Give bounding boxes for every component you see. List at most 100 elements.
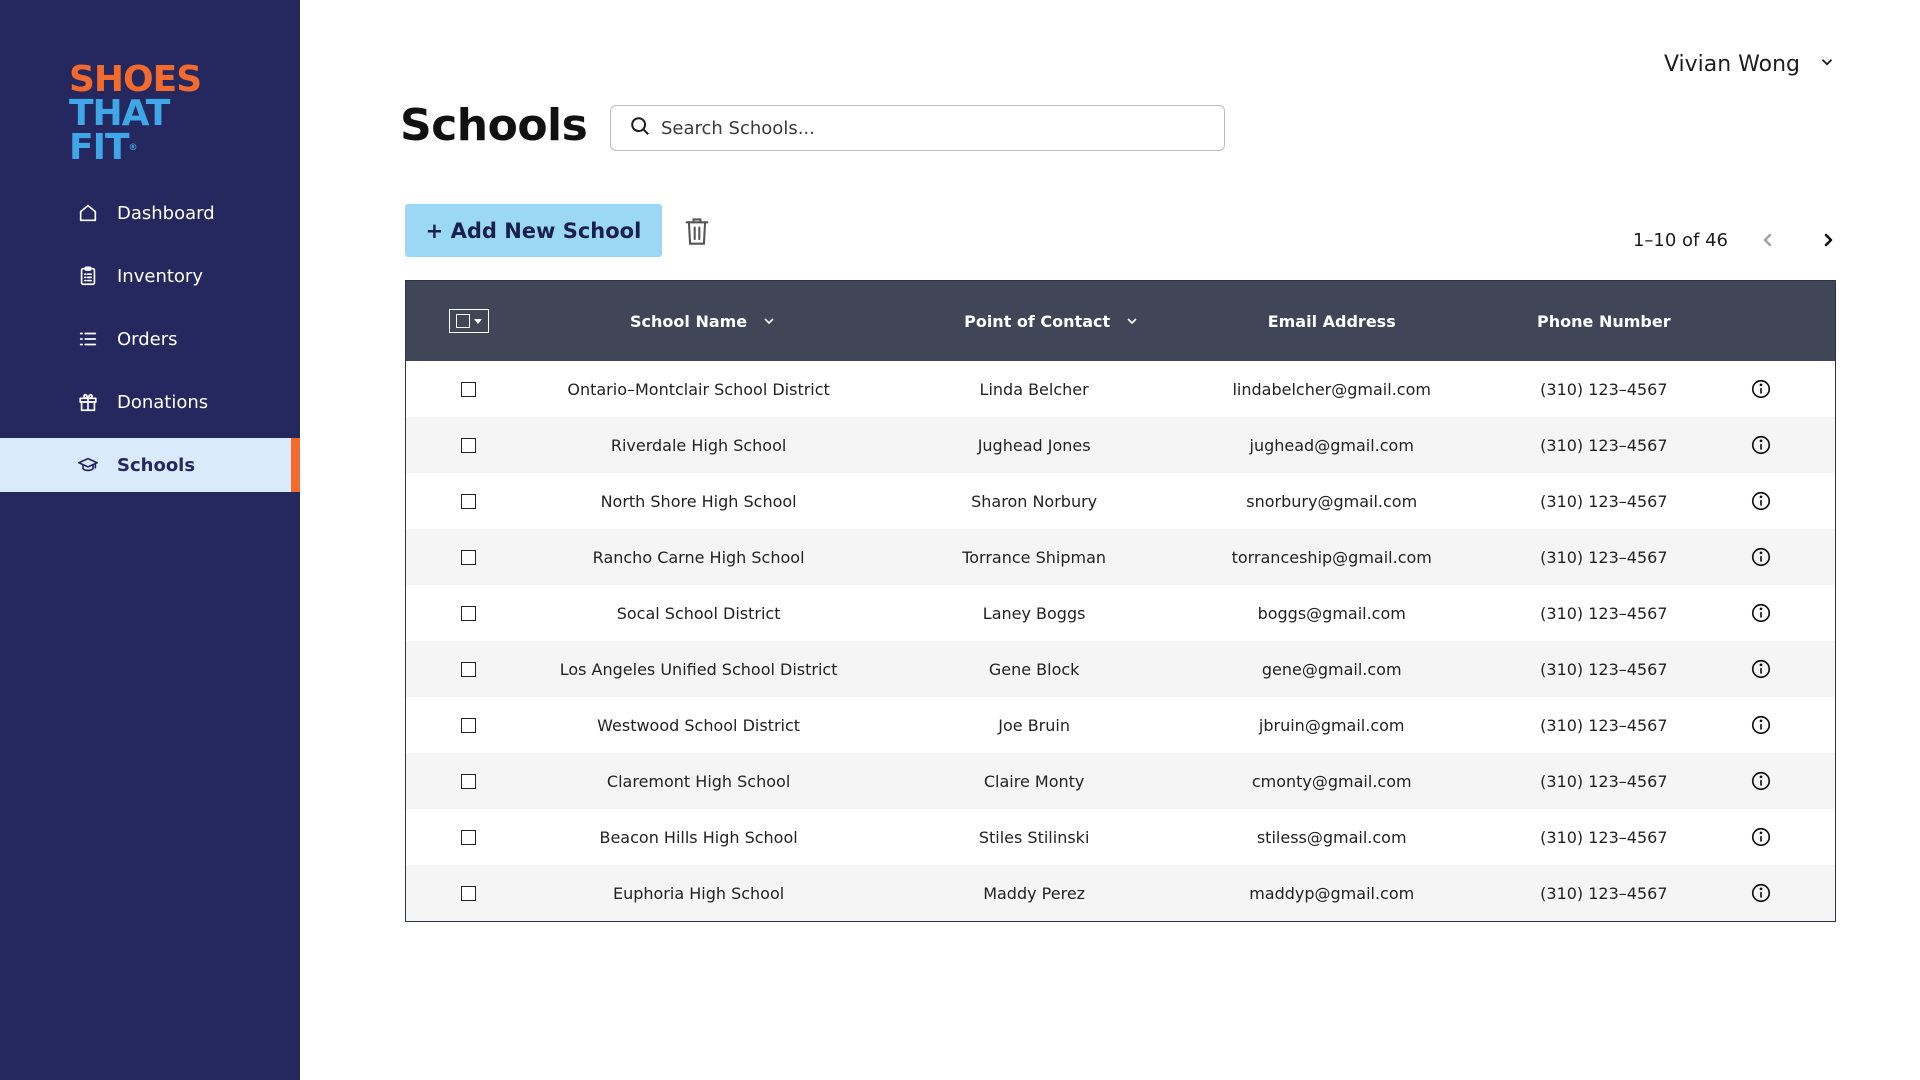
brand-logo-line1: SHOES <box>69 59 202 100</box>
email-cell: jbruin@gmail.com <box>1258 715 1405 735</box>
phone-cell: (310) 123–4567 <box>1540 435 1668 455</box>
school-name-cell: Socal School District <box>616 603 781 623</box>
table-row[interactable]: Beacon Hills High School Stiles Stilinsk… <box>406 809 1835 865</box>
brand-logo-line2-text: THAT FIT <box>69 93 170 168</box>
column-header-label: School Name <box>630 311 748 331</box>
table-row[interactable]: North Shore High School Sharon Norbury s… <box>406 473 1835 529</box>
table-row[interactable]: Riverdale High School Jughead Jones jugh… <box>406 417 1835 473</box>
home-icon <box>77 202 99 224</box>
phone-cell: (310) 123–4567 <box>1540 603 1668 623</box>
gift-icon <box>77 391 99 413</box>
table-row[interactable]: Los Angeles Unified School District Gene… <box>406 641 1835 697</box>
email-cell: maddyp@gmail.com <box>1249 883 1415 903</box>
brand-logo-line2: THAT FIT® <box>69 96 239 166</box>
email-cell: lindabelcher@gmail.com <box>1232 379 1431 399</box>
table-row[interactable]: Claremont High School Claire Monty cmont… <box>406 753 1835 809</box>
contact-cell: Laney Boggs <box>982 603 1086 623</box>
info-icon[interactable] <box>1750 882 1772 904</box>
sidebar-item-schools[interactable]: Schools <box>0 438 300 492</box>
contact-cell: Maddy Perez <box>983 883 1086 903</box>
column-header-school-name[interactable]: School Name <box>531 312 867 331</box>
sidebar-item-label: Orders <box>117 328 178 350</box>
pagination: 1–10 of 46 <box>1633 228 1840 252</box>
email-cell: snorbury@gmail.com <box>1246 491 1418 511</box>
info-icon[interactable] <box>1750 434 1772 456</box>
row-checkbox[interactable] <box>460 605 476 621</box>
row-checkbox[interactable] <box>460 493 476 509</box>
chevron-down-icon <box>764 318 774 325</box>
email-cell: boggs@gmail.com <box>1257 603 1406 623</box>
graduation-cap-icon <box>77 454 99 476</box>
registered-mark: ® <box>128 143 138 153</box>
table-row[interactable]: Westwood School District Joe Bruin jbrui… <box>406 697 1835 753</box>
list-icon <box>77 328 99 350</box>
table-row[interactable]: Rancho Carne High School Torrance Shipma… <box>406 529 1835 585</box>
contact-cell: Torrance Shipman <box>962 547 1107 567</box>
email-cell: jughead@gmail.com <box>1249 435 1414 455</box>
clipboard-icon <box>77 265 99 287</box>
row-checkbox[interactable] <box>460 437 476 453</box>
sidebar-item-inventory[interactable]: Inventory <box>0 249 300 303</box>
email-cell: cmonty@gmail.com <box>1251 771 1412 791</box>
sidebar-item-donations[interactable]: Donations <box>0 375 300 429</box>
search-icon <box>629 115 661 141</box>
user-name: Vivian Wong <box>1663 52 1800 77</box>
trash-icon[interactable] <box>683 216 711 246</box>
info-icon[interactable] <box>1750 770 1772 792</box>
column-header-point-of-contact[interactable]: Point of Contact <box>866 312 1202 331</box>
checkbox-box-icon <box>456 314 471 328</box>
phone-cell: (310) 123–4567 <box>1540 547 1668 567</box>
previous-page-button[interactable] <box>1756 228 1780 252</box>
info-icon[interactable] <box>1750 826 1772 848</box>
caret-down-icon <box>474 318 483 324</box>
school-name-cell: Los Angeles Unified School District <box>559 659 838 679</box>
row-checkbox[interactable] <box>460 661 476 677</box>
row-checkbox[interactable] <box>460 773 476 789</box>
column-header-email: Email Address <box>1267 311 1396 331</box>
row-checkbox[interactable] <box>460 829 476 845</box>
info-icon[interactable] <box>1750 378 1772 400</box>
school-name-cell: Westwood School District <box>597 715 801 735</box>
email-cell: torranceship@gmail.com <box>1231 547 1432 567</box>
sidebar-item-label: Dashboard <box>117 202 215 224</box>
brand-logo[interactable]: SHOES THAT FIT® <box>69 59 239 166</box>
phone-cell: (310) 123–4567 <box>1540 771 1668 791</box>
contact-cell: Linda Belcher <box>979 379 1089 399</box>
next-page-button[interactable] <box>1816 228 1840 252</box>
info-icon[interactable] <box>1750 658 1772 680</box>
info-icon[interactable] <box>1750 602 1772 624</box>
contact-cell: Claire Monty <box>983 771 1085 791</box>
row-checkbox[interactable] <box>460 717 476 733</box>
row-checkbox[interactable] <box>460 885 476 901</box>
sidebar-item-label: Schools <box>117 454 196 476</box>
sidebar-nav: Dashboard Inventory Orders Donations Sch… <box>0 186 300 501</box>
search-bar[interactable] <box>610 105 1225 151</box>
info-icon[interactable] <box>1750 490 1772 512</box>
page-title: Schools <box>400 100 588 151</box>
table-row[interactable]: Socal School District Laney Boggs boggs@… <box>406 585 1835 641</box>
chevron-right-icon <box>1824 233 1833 247</box>
table-row[interactable]: Ontario–Montclair School District Linda … <box>406 361 1835 417</box>
row-checkbox[interactable] <box>460 381 476 397</box>
contact-cell: Sharon Norbury <box>971 491 1098 511</box>
chevron-down-icon <box>1800 52 1836 77</box>
sidebar-item-dashboard[interactable]: Dashboard <box>0 186 300 240</box>
row-checkbox[interactable] <box>460 549 476 565</box>
sidebar-item-orders[interactable]: Orders <box>0 312 300 366</box>
phone-cell: (310) 123–4567 <box>1540 659 1668 679</box>
search-input[interactable] <box>661 117 1181 139</box>
school-name-cell: Riverdale High School <box>610 435 787 455</box>
select-all-checkbox[interactable] <box>449 309 490 333</box>
contact-cell: Stiles Stilinski <box>978 827 1090 847</box>
phone-cell: (310) 123–4567 <box>1540 379 1668 399</box>
add-school-button[interactable]: + Add New School <box>405 204 662 257</box>
chevron-down-icon <box>1127 318 1137 325</box>
email-cell: stiless@gmail.com <box>1256 827 1407 847</box>
info-icon[interactable] <box>1750 714 1772 736</box>
table-row[interactable]: Euphoria High School Maddy Perez maddyp@… <box>406 865 1835 921</box>
user-menu[interactable]: Vivian Wong <box>1664 52 1836 77</box>
phone-cell: (310) 123–4567 <box>1540 715 1668 735</box>
chevron-left-icon <box>1763 233 1772 247</box>
school-name-cell: Ontario–Montclair School District <box>567 379 830 399</box>
info-icon[interactable] <box>1750 546 1772 568</box>
